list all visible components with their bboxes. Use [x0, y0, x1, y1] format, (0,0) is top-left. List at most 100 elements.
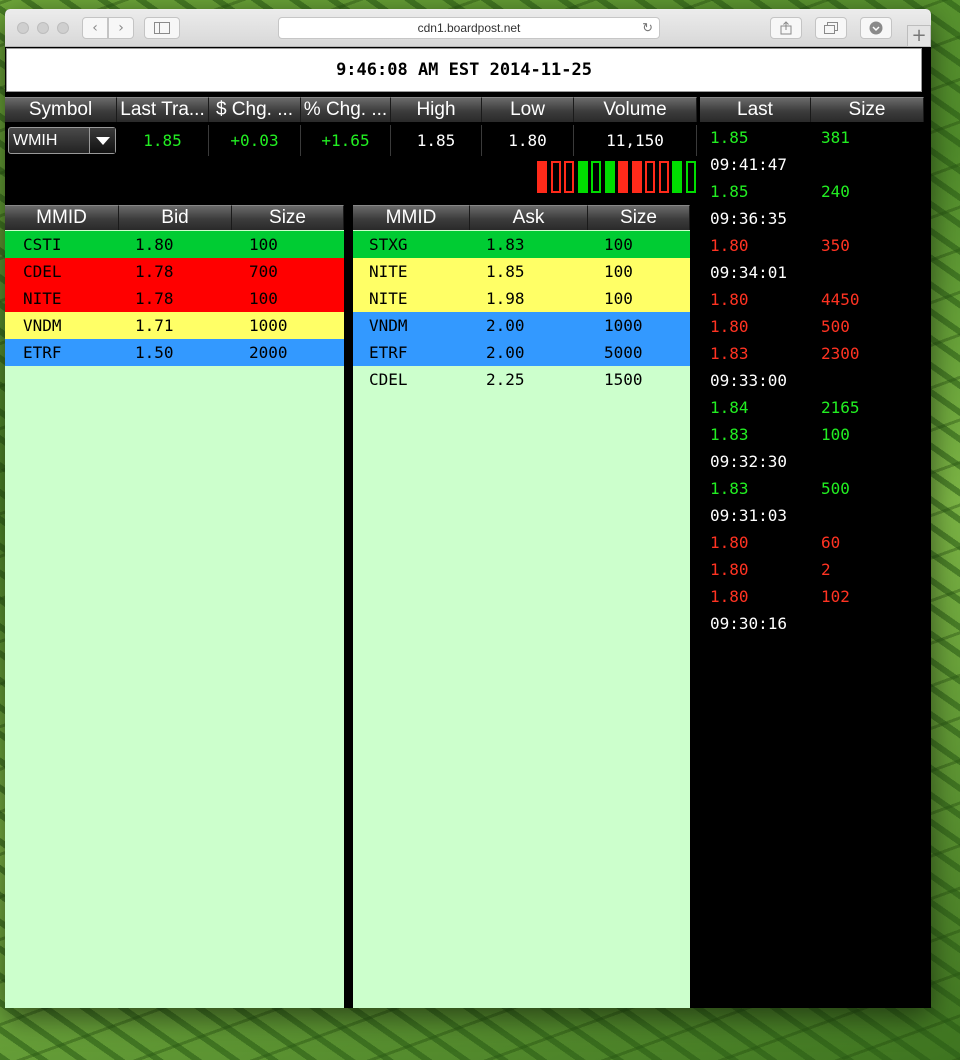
low-value: 1.80: [482, 125, 574, 156]
bid-col-header[interactable]: Size: [232, 205, 344, 230]
tick-bar: [658, 161, 669, 193]
share-icon: [780, 21, 792, 35]
tick-bar: [577, 161, 588, 193]
trade-price: 1.83: [710, 344, 749, 363]
tick-bar: [685, 161, 696, 193]
trade-time: 09:36:35: [710, 209, 788, 228]
tabs-button[interactable]: [815, 17, 847, 39]
ask-col-header[interactable]: MMID: [353, 205, 470, 230]
tick-bars: [537, 161, 699, 193]
trade-price: 1.80: [710, 290, 749, 309]
quote-col-header[interactable]: $ Chg. ...: [209, 97, 301, 122]
bid-col-header[interactable]: MMID: [5, 205, 119, 230]
quote-col-header[interactable]: Symbol: [5, 97, 117, 122]
close-window-button[interactable]: [17, 22, 29, 34]
forward-button[interactable]: ›: [108, 17, 134, 39]
bid-price: 1.71: [135, 316, 174, 335]
browser-toolbar: ‹ › cdn1.boardpost.net ↻: [5, 9, 931, 47]
ask-mmid: STXG: [369, 235, 408, 254]
ask-mmid: ETRF: [369, 343, 408, 362]
dollar-change-value: +0.03: [209, 125, 301, 156]
bid-col-header[interactable]: Bid: [119, 205, 232, 230]
share-button[interactable]: [770, 17, 802, 39]
bid-price: 1.80: [135, 235, 174, 254]
ask-price: 2.00: [486, 343, 525, 362]
ask-size: 5000: [604, 343, 643, 362]
trade-price: 1.80: [710, 317, 749, 336]
reload-icon[interactable]: ↻: [642, 18, 653, 38]
quote-col-header[interactable]: Volume: [574, 97, 697, 122]
zoom-window-button[interactable]: [57, 22, 69, 34]
bid-size: 100: [249, 289, 278, 308]
ask-col-header[interactable]: Size: [588, 205, 690, 230]
volume-value: 11,150: [574, 125, 697, 156]
trade-time: 09:41:47: [710, 155, 788, 174]
trade-price: 1.85: [710, 128, 749, 147]
ask-size: 1500: [604, 370, 643, 389]
ask-price: 1.98: [486, 289, 525, 308]
trade-price: 1.80: [710, 533, 749, 552]
trade-size: 381: [821, 128, 850, 147]
trade-size: 4450: [821, 290, 860, 309]
tick-bar: [550, 161, 561, 193]
ask-mmid: NITE: [369, 289, 408, 308]
trade-time: 09:34:01: [710, 263, 788, 282]
bid-price: 1.50: [135, 343, 174, 362]
new-tab-button[interactable]: +: [907, 25, 931, 47]
bid-mmid: CDEL: [23, 262, 62, 281]
ask-price: 2.00: [486, 316, 525, 335]
ask-mmid: NITE: [369, 262, 408, 281]
quote-col-header[interactable]: % Chg. ...: [301, 97, 391, 122]
bid-mmid: VNDM: [23, 316, 62, 335]
tick-bar: [591, 161, 601, 193]
back-button[interactable]: ‹: [82, 17, 108, 39]
address-bar[interactable]: cdn1.boardpost.net ↻: [278, 17, 660, 39]
ask-size: 100: [604, 235, 633, 254]
bid-mmid: ETRF: [23, 343, 62, 362]
ask-col-header[interactable]: Ask: [470, 205, 588, 230]
high-value: 1.85: [391, 125, 482, 156]
symbol-select[interactable]: WMIH: [8, 127, 116, 154]
trade-size: 102: [821, 587, 850, 606]
bid-size: 100: [249, 235, 278, 254]
trade-time: 09:32:30: [710, 452, 788, 471]
bid-price: 1.78: [135, 262, 174, 281]
tick-bar: [645, 161, 655, 193]
quote-col-header[interactable]: High: [391, 97, 482, 122]
download-icon: [869, 21, 883, 35]
quote-col-header[interactable]: Last Tra...: [117, 97, 209, 122]
bid-size: 700: [249, 262, 278, 281]
ask-price: 1.85: [486, 262, 525, 281]
bid-size: 2000: [249, 343, 288, 362]
sidebar-icon: [154, 22, 170, 34]
trade-price: 1.80: [710, 236, 749, 255]
download-button[interactable]: [860, 17, 892, 39]
ask-mmid: VNDM: [369, 316, 408, 335]
minimize-window-button[interactable]: [37, 22, 49, 34]
ask-price: 2.25: [486, 370, 525, 389]
tick-bar: [618, 161, 628, 193]
sidebar-button[interactable]: [144, 17, 180, 39]
trade-time: 09:31:03: [710, 506, 788, 525]
dropdown-arrow-icon[interactable]: [89, 128, 115, 153]
tick-bar: [564, 161, 574, 193]
ask-size: 1000: [604, 316, 643, 335]
percent-change-value: +1.65: [301, 125, 391, 156]
trade-price: 1.83: [710, 479, 749, 498]
trade-size: 350: [821, 236, 850, 255]
trade-size: 500: [821, 317, 850, 336]
bid-mmid: CSTI: [23, 235, 62, 254]
trade-price: 1.85: [710, 182, 749, 201]
trade-price: 1.84: [710, 398, 749, 417]
trade-size: 60: [821, 533, 841, 552]
quote-col-header[interactable]: Low: [482, 97, 574, 122]
trade-size: 2300: [821, 344, 860, 363]
url-text: cdn1.boardpost.net: [417, 21, 521, 35]
ask-mmid: CDEL: [369, 370, 408, 389]
ask-price: 1.83: [486, 235, 525, 254]
trade-size: 500: [821, 479, 850, 498]
trades-col-header[interactable]: Size: [811, 97, 924, 122]
trade-price: 1.80: [710, 587, 749, 606]
tick-bar: [537, 161, 547, 193]
trades-col-header[interactable]: Last: [700, 97, 811, 122]
